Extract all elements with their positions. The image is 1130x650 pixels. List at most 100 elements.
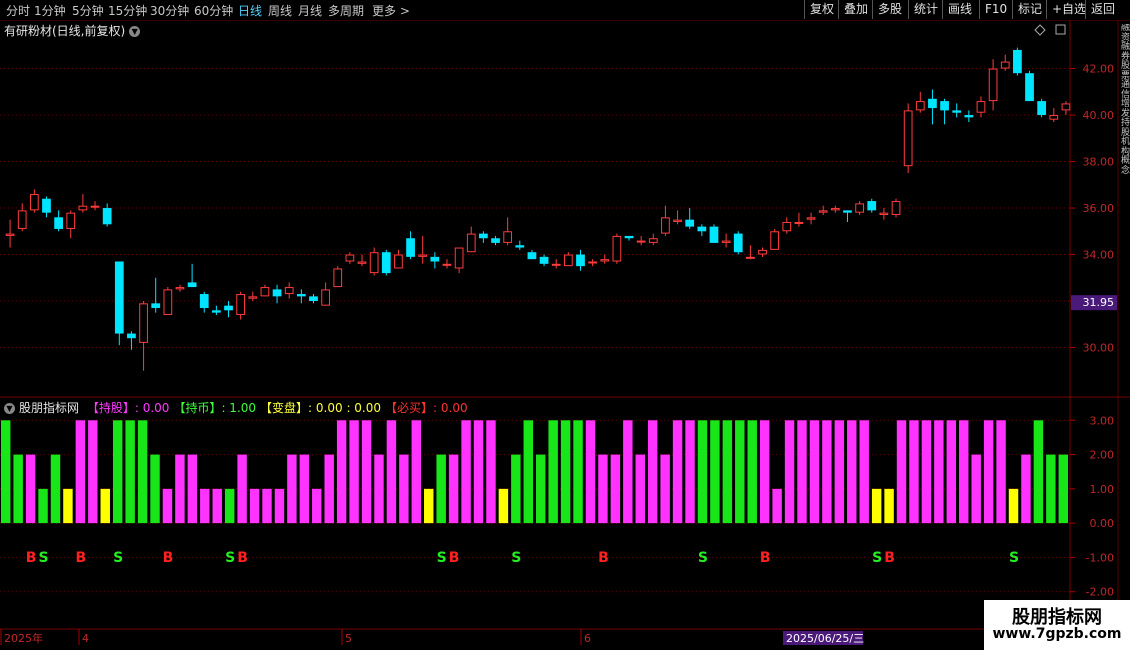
- period-tab-15min[interactable]: 15分钟: [108, 2, 147, 19]
- crosshair-date-label: 2025/06/25/三: [786, 632, 864, 645]
- indicator-bar: [996, 420, 1006, 524]
- indicator-bar: [859, 420, 869, 524]
- f10-button[interactable]: F10: [979, 0, 1012, 19]
- candle-body: [127, 333, 136, 339]
- indicator-legend-item: 【持股】: 0.00: [87, 401, 170, 415]
- indicator-bar: [399, 454, 409, 524]
- signal-label: S: [437, 550, 447, 566]
- period-tab-multi[interactable]: 多周期: [328, 2, 364, 19]
- indicator-bar: [647, 420, 658, 524]
- candle-body: [928, 98, 937, 109]
- candle-body: [733, 233, 743, 253]
- indicator-bar: [349, 420, 359, 524]
- candle-body: [260, 287, 270, 297]
- candle-body: [102, 208, 112, 225]
- overlay-button[interactable]: 叠加: [838, 0, 873, 19]
- signal-label: S: [872, 550, 882, 566]
- candle-body: [5, 233, 15, 236]
- candle-body: [964, 115, 974, 118]
- candle-body: [418, 254, 428, 257]
- indicator-bar: [809, 420, 820, 524]
- indicator-bar: [137, 420, 148, 524]
- candle-body: [357, 261, 367, 264]
- candle-body: [212, 310, 221, 313]
- chevron-down-icon[interactable]: ▼: [129, 26, 141, 37]
- candle-body: [697, 226, 707, 232]
- candle-body: [709, 226, 719, 243]
- signal-label: S: [511, 550, 521, 566]
- statistics-button[interactable]: 统计: [908, 0, 943, 19]
- candle-body: [17, 210, 27, 229]
- indicator-bar: [1021, 454, 1031, 524]
- candle-body: [563, 254, 573, 267]
- indicator-bar: [1033, 420, 1044, 524]
- candle-body: [139, 303, 148, 343]
- candle-body: [78, 205, 88, 211]
- indicator-legend-item: 【必买】: 0.00: [385, 401, 468, 415]
- indicator-bar: [909, 420, 919, 524]
- indicator-bar: [63, 488, 73, 524]
- candle-body: [187, 282, 197, 288]
- signal-label: S: [1009, 550, 1019, 566]
- candle-body: [491, 238, 500, 243]
- indicator-bar: [175, 454, 185, 524]
- chart-title-row: 有研粉材(日线,前复权) ▼: [4, 22, 141, 39]
- indicator-bar: [871, 488, 882, 524]
- candle-body: [1025, 73, 1034, 102]
- adjust-button[interactable]: 复权: [804, 0, 839, 19]
- indicator-bar: [1008, 488, 1019, 524]
- candle-body: [685, 219, 695, 227]
- indicator-bar: [672, 420, 683, 524]
- price-tick-label: 42.00: [1083, 63, 1115, 76]
- indicator-bar: [1046, 454, 1056, 524]
- candle-body: [309, 296, 318, 302]
- kline-chart: BSBSBSBSBSBSBSBS 42.0040.0038.0036.0034.…: [0, 20, 1130, 650]
- indicator-bar: [934, 420, 944, 524]
- indicator-bar: [585, 420, 596, 524]
- indicator-bar: [461, 420, 471, 524]
- period-tab-fenshi[interactable]: 分时: [6, 2, 30, 19]
- period-tab-daily[interactable]: 日线: [238, 2, 262, 19]
- indicator-bar: [486, 420, 496, 524]
- indicator-tick-label: -2.00: [1086, 586, 1114, 599]
- period-tab-1min[interactable]: 1分钟: [34, 2, 66, 19]
- indicator-bar: [200, 488, 210, 524]
- window-icon: [1055, 24, 1066, 35]
- price-tick-label: 40.00: [1083, 109, 1115, 122]
- signal-label: B: [598, 550, 609, 566]
- period-tab-more[interactable]: 更多 >: [372, 2, 410, 19]
- candle-body: [454, 247, 464, 269]
- price-tick-label: 32.00: [1083, 295, 1115, 308]
- period-tab-30min[interactable]: 30分钟: [150, 2, 189, 19]
- period-tab-5min[interactable]: 5分钟: [72, 2, 104, 19]
- candle-body: [612, 235, 622, 262]
- back-button[interactable]: 返回: [1085, 0, 1120, 19]
- signal-label: B: [237, 550, 248, 566]
- draw-line-button[interactable]: 画线: [942, 0, 977, 19]
- chevron-down-icon[interactable]: ▼: [4, 403, 15, 414]
- candle-body: [248, 296, 258, 299]
- period-tab-60min[interactable]: 60分钟: [194, 2, 233, 19]
- watermark: 股朋指标网 www.7gpzb.com: [984, 600, 1130, 650]
- period-tab-weekly[interactable]: 周线: [268, 2, 292, 19]
- indicator-bar: [610, 454, 621, 524]
- indicator-legend-item: 【持币】: 1.00: [173, 401, 256, 415]
- candle-body: [843, 210, 852, 213]
- indicator-bar: [274, 488, 285, 524]
- indicator-bar: [1058, 454, 1068, 524]
- candle-body: [806, 217, 816, 220]
- indicator-bar: [75, 420, 86, 524]
- candle-body: [199, 294, 209, 308]
- multi-stock-button[interactable]: 多股: [872, 0, 907, 19]
- candle-body: [1037, 101, 1047, 116]
- period-tab-monthly[interactable]: 月线: [298, 2, 322, 19]
- indicator-bar: [959, 420, 969, 524]
- indicator-bar: [125, 420, 135, 524]
- signal-label: S: [113, 550, 123, 566]
- mark-button[interactable]: 标记: [1012, 0, 1047, 19]
- indicator-bar: [287, 454, 297, 524]
- price-tick-label: 36.00: [1083, 202, 1115, 215]
- indicator-bar: [946, 420, 957, 524]
- candle-body: [345, 254, 355, 262]
- candle-body: [952, 110, 962, 113]
